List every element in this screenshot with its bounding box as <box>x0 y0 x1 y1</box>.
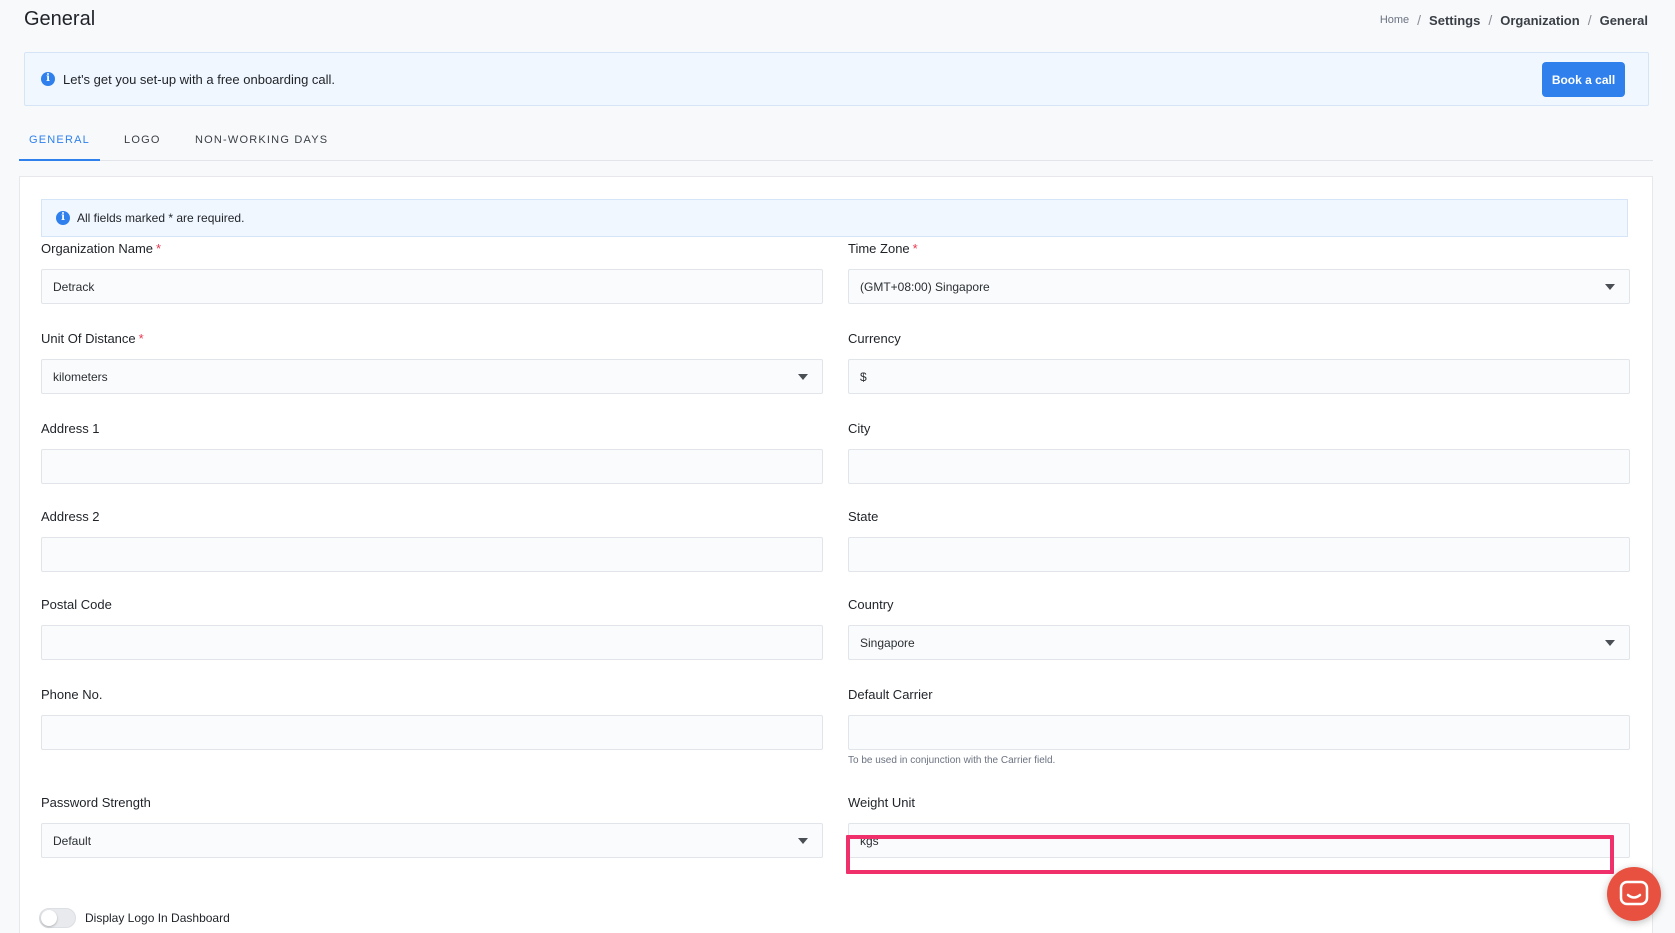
currency-value: $ <box>860 369 867 384</box>
tab-non-working-days[interactable]: NON-WORKING DAYS <box>195 124 328 161</box>
postal-code-field: Postal Code <box>41 597 823 660</box>
tab-bar: GENERAL LOGO NON-WORKING DAYS <box>19 124 1653 161</box>
unit-of-distance-select[interactable]: kilometers <box>41 359 823 394</box>
country-label: Country <box>848 597 894 612</box>
default-carrier-input[interactable] <box>848 715 1630 750</box>
currency-label: Currency <box>848 331 901 346</box>
info-icon: i <box>56 211 70 225</box>
postal-code-input[interactable] <box>41 625 823 660</box>
breadcrumb-separator: / <box>1488 12 1493 28</box>
address2-input[interactable] <box>41 537 823 572</box>
organization-name-value: Detrack <box>53 279 95 294</box>
required-fields-note: i All fields marked * are required. <box>41 199 1628 237</box>
address1-label: Address 1 <box>41 421 100 436</box>
time-zone-select[interactable]: (GMT+08:00) Singapore <box>848 269 1630 304</box>
chevron-down-icon <box>798 838 808 844</box>
required-mark: * <box>156 241 162 256</box>
address2-field: Address 2 <box>41 509 823 572</box>
state-input[interactable] <box>848 537 1630 572</box>
onboarding-banner: i Let's get you set-up with a free onboa… <box>24 52 1649 106</box>
organization-name-label: Organization Name <box>41 241 153 256</box>
weight-unit-value: kgs <box>860 833 879 848</box>
unit-of-distance-label: Unit Of Distance <box>41 331 136 346</box>
currency-field: Currency $ <box>848 331 1630 394</box>
tab-logo[interactable]: LOGO <box>124 124 161 161</box>
chat-icon <box>1619 880 1649 906</box>
time-zone-value: (GMT+08:00) Singapore <box>860 279 990 294</box>
phone-label: Phone No. <box>41 687 103 702</box>
weight-unit-field: Weight Unit kgs <box>848 795 1630 858</box>
display-logo-row: Display Logo In Dashboard <box>39 908 230 928</box>
postal-code-label: Postal Code <box>41 597 112 612</box>
page-title: General <box>24 8 96 30</box>
breadcrumb: Home / Settings / Organization / General <box>1380 12 1648 28</box>
required-mark: * <box>912 241 918 256</box>
breadcrumb-home[interactable]: Home <box>1380 14 1409 26</box>
password-strength-label: Password Strength <box>41 795 151 810</box>
tab-general[interactable]: GENERAL <box>19 124 100 161</box>
country-select[interactable]: Singapore <box>848 625 1630 660</box>
display-logo-label: Display Logo In Dashboard <box>85 911 230 925</box>
breadcrumb-separator: / <box>1417 12 1422 28</box>
breadcrumb-settings[interactable]: Settings <box>1429 13 1480 28</box>
time-zone-label: Time Zone <box>848 241 910 256</box>
address2-label: Address 2 <box>41 509 100 524</box>
page: General Home / Settings / Organization /… <box>0 0 1675 933</box>
general-form-card: i All fields marked * are required. Orga… <box>19 176 1653 933</box>
weight-unit-label: Weight Unit <box>848 795 915 810</box>
breadcrumb-organization[interactable]: Organization <box>1500 13 1579 28</box>
info-icon: i <box>41 72 55 86</box>
required-note-text: All fields marked * are required. <box>77 211 245 225</box>
organization-name-input[interactable]: Detrack <box>41 269 823 304</box>
breadcrumb-current: General <box>1599 12 1648 28</box>
address1-input[interactable] <box>41 449 823 484</box>
toggle-knob <box>41 910 57 926</box>
city-field: City <box>848 421 1630 484</box>
unit-of-distance-field: Unit Of Distance * kilometers <box>41 331 823 394</box>
password-strength-field: Password Strength Default <box>41 795 823 858</box>
phone-input[interactable] <box>41 715 823 750</box>
country-field: Country Singapore <box>848 597 1630 660</box>
state-field: State <box>848 509 1630 572</box>
chevron-down-icon <box>1605 640 1615 646</box>
default-carrier-label: Default Carrier <box>848 687 933 702</box>
chevron-down-icon <box>1605 284 1615 290</box>
country-value: Singapore <box>860 635 915 650</box>
organization-name-field: Organization Name * Detrack <box>41 241 823 304</box>
breadcrumb-separator: / <box>1587 12 1592 28</box>
state-label: State <box>848 509 879 524</box>
book-call-button[interactable]: Book a call <box>1542 62 1625 97</box>
address1-field: Address 1 <box>41 421 823 484</box>
time-zone-field: Time Zone * (GMT+08:00) Singapore <box>848 241 1630 304</box>
default-carrier-field: Default Carrier To be used in conjunctio… <box>848 687 1630 766</box>
chat-launcher-button[interactable] <box>1607 867 1661 921</box>
city-input[interactable] <box>848 449 1630 484</box>
chevron-down-icon <box>798 374 808 380</box>
weight-unit-input[interactable]: kgs <box>848 823 1630 858</box>
default-carrier-hint: To be used in conjunction with the Carri… <box>848 755 1056 766</box>
city-label: City <box>848 421 871 436</box>
required-mark: * <box>138 331 144 346</box>
password-strength-value: Default <box>53 833 92 848</box>
password-strength-select[interactable]: Default <box>41 823 823 858</box>
phone-field: Phone No. <box>41 687 823 750</box>
onboarding-message: Let's get you set-up with a free onboard… <box>63 71 336 87</box>
display-logo-toggle[interactable] <box>39 908 76 928</box>
currency-input[interactable]: $ <box>848 359 1630 394</box>
unit-of-distance-value: kilometers <box>53 369 108 384</box>
